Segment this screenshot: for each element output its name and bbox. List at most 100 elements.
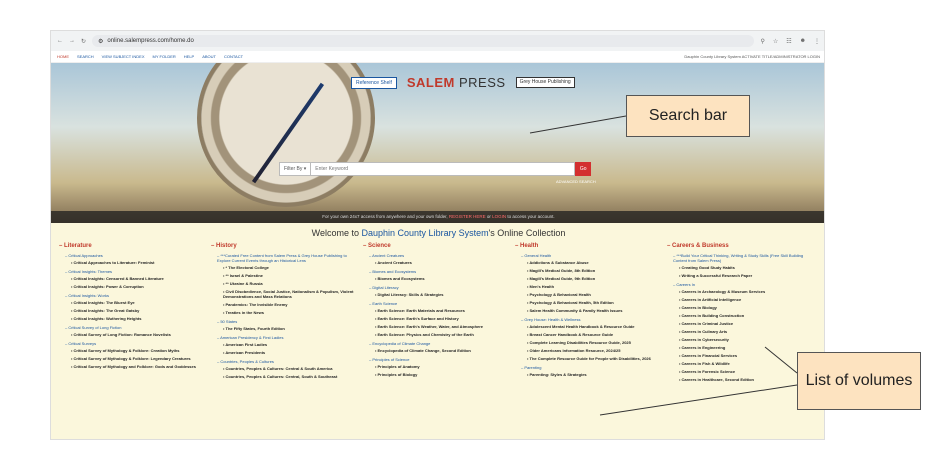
subcategory-link[interactable]: – Ancient Creatures	[369, 253, 509, 258]
volume-link[interactable]: • Earth Science: Earth Materials and Res…	[375, 308, 509, 313]
volume-link[interactable]: • Older Americans Information Resource, …	[527, 348, 661, 353]
volume-link[interactable]: • Writing a Successful Research Paper	[679, 273, 813, 278]
subcategory-link[interactable]: – General Health	[521, 253, 661, 258]
subject-heading[interactable]: – Careers & Business	[667, 243, 813, 249]
subcategory-link[interactable]: – Critical Approaches	[65, 253, 205, 258]
filter-dropdown[interactable]: Filter By ▾	[279, 162, 311, 176]
reload-icon[interactable]: ↻	[81, 38, 86, 45]
register-link[interactable]: REGISTER HERE	[449, 214, 486, 219]
volume-link[interactable]: • Principles of Anatomy	[375, 364, 509, 369]
volume-link[interactable]: • Careers in Cybersecurity	[679, 337, 813, 342]
volume-link[interactable]: • Earth Science: Earth's Surface and His…	[375, 316, 509, 321]
volume-link[interactable]: • Psychology & Behavioral Health, 5th Ed…	[527, 300, 661, 305]
volume-link[interactable]: • Careers in Healthcare, Second Edition	[679, 377, 813, 382]
volume-link[interactable]: • Digital Literacy: Skills & Strategies	[375, 292, 509, 297]
volume-link[interactable]: • Critical Insights: The Bluest Eye	[71, 300, 205, 305]
volume-link[interactable]: • Critical Insights: The Great Gatsby	[71, 308, 205, 313]
volume-link[interactable]: • Careers in Forensic Science	[679, 369, 813, 374]
volume-link[interactable]: • Creating Good Study Habits	[679, 265, 813, 270]
volume-link[interactable]: • ** Israel & Palestine	[223, 273, 357, 278]
volume-link[interactable]: • Critical Survey of Mythology and Folkl…	[71, 364, 205, 369]
search-go-button[interactable]: Go	[575, 162, 592, 176]
bookmark-star-icon[interactable]: ☆	[773, 38, 778, 45]
site-nav-link[interactable]: SEARCH	[77, 54, 94, 59]
subcategory-link[interactable]: – Countries, Peoples & Cultures	[217, 359, 357, 364]
subcategory-link[interactable]: – Critical Insights: Works	[65, 293, 205, 298]
site-nav-link[interactable]: VIEW SUBJECT INDEX	[102, 54, 145, 59]
subject-heading[interactable]: – Literature	[59, 243, 205, 249]
volume-link[interactable]: • Pandemics: The Invisible Enemy	[223, 302, 357, 307]
subcategory-link[interactable]: – Encyclopedia of Climate Change	[369, 341, 509, 346]
subject-heading[interactable]: – Science	[363, 243, 509, 249]
volume-link[interactable]: • Salem Health Community & Family Health…	[527, 308, 661, 313]
menu-kebab-icon[interactable]: ⋮	[814, 38, 820, 45]
volume-link[interactable]: • Critical Insights: Censored & Banned L…	[71, 276, 205, 281]
subcategory-link[interactable]: – Principles of Science	[369, 357, 509, 362]
volume-link[interactable]: • Addictions & Substance Abuse	[527, 260, 661, 265]
site-nav-link[interactable]: HOME	[57, 54, 69, 59]
volume-link[interactable]: • Parenting: Styles & Strategies	[527, 372, 661, 377]
subcategory-link[interactable]: – Critical Insights: Themes	[65, 269, 205, 274]
subcategory-link[interactable]: – Earth Science	[369, 301, 509, 306]
site-nav-link[interactable]: MY FOLDER	[153, 54, 176, 59]
subcategory-link[interactable]: – Parenting	[521, 365, 661, 370]
volume-link[interactable]: • Countries, Peoples & Cultures: Central…	[223, 366, 357, 371]
subcategory-link[interactable]: – Grey House: Health & Wellness	[521, 317, 661, 322]
site-nav-link[interactable]: HELP	[184, 54, 194, 59]
subject-heading[interactable]: – Health	[515, 243, 661, 249]
volume-link[interactable]: • American First Ladies	[223, 342, 357, 347]
volume-link[interactable]: • Critical Survey of Mythology & Folklor…	[71, 348, 205, 353]
volume-link[interactable]: • Adolescent Mental Health Handbook & Re…	[527, 324, 661, 329]
volume-link[interactable]: • Treaties in the News	[223, 310, 357, 315]
volume-link[interactable]: • Earth Science: Physics and Chemistry o…	[375, 332, 509, 337]
volume-link[interactable]: • Biomes and Ecosystems	[375, 276, 509, 281]
login-link[interactable]: LOGIN	[492, 214, 506, 219]
extensions-icon[interactable]: ☷	[786, 38, 791, 45]
volume-link[interactable]: • Careers in Biology	[679, 305, 813, 310]
volume-link[interactable]: • Principles of Biology	[375, 372, 509, 377]
subcategory-link[interactable]: – American Presidency & First Ladies	[217, 335, 357, 340]
volume-link[interactable]: • The Complete Resource Guide for People…	[527, 356, 661, 361]
volume-link[interactable]: • Critical Insights: Power & Corruption	[71, 284, 205, 289]
subcategory-link[interactable]: – Digital Literacy	[369, 285, 509, 290]
volume-link[interactable]: • * The Electoral College	[223, 265, 357, 270]
volume-link[interactable]: • Critical Approaches to Literature: Fem…	[71, 260, 205, 265]
site-info-icon[interactable]: ⚙	[98, 38, 103, 45]
volume-link[interactable]: • Earth Science: Earth's Weather, Water,…	[375, 324, 509, 329]
address-bar[interactable]: ⚙ online.salempress.com/home.do	[92, 35, 755, 47]
advanced-search-link[interactable]: ADVANCED SEARCH	[556, 179, 596, 184]
subcategory-link[interactable]: – 50 States	[217, 319, 357, 324]
volume-link[interactable]: • Careers in Fish & Wildlife	[679, 361, 813, 366]
volume-link[interactable]: • Magill's Medical Guide, 8th Edition	[527, 268, 661, 273]
volume-link[interactable]: • Men's Health	[527, 284, 661, 289]
subcategory-link[interactable]: – Critical Survey of Long Fiction	[65, 325, 205, 330]
site-nav-link[interactable]: ABOUT	[202, 54, 216, 59]
volume-link[interactable]: • Breast Cancer Handbook & Resource Guid…	[527, 332, 661, 337]
forward-icon[interactable]: →	[69, 38, 75, 45]
volume-link[interactable]: • Careers in Archaeology & Museum Servic…	[679, 289, 813, 294]
back-icon[interactable]: ←	[57, 38, 63, 45]
subject-heading[interactable]: – History	[211, 243, 357, 249]
subcategory-link[interactable]: – Critical Surveys	[65, 341, 205, 346]
volume-link[interactable]: • Careers in Culinary Arts	[679, 329, 813, 334]
volume-link[interactable]: • Careers in Engineering	[679, 345, 813, 350]
volume-link[interactable]: • Countries, Peoples & Cultures: Central…	[223, 374, 357, 379]
search-input[interactable]	[310, 162, 576, 176]
profile-icon[interactable]: ☻	[800, 38, 806, 45]
site-nav-account[interactable]: Dauphin County Library System ACTIVATE T…	[684, 54, 820, 59]
subcategory-link[interactable]: – ***Build Your Critical Thinking, Writi…	[673, 253, 813, 263]
volume-link[interactable]: • ** Ukraine & Russia	[223, 281, 357, 286]
volume-link[interactable]: • The Fifty States, Fourth Edition	[223, 326, 357, 331]
volume-link[interactable]: • Careers in Artificial Intelligence	[679, 297, 813, 302]
volume-link[interactable]: • Ancient Creatures	[375, 260, 509, 265]
subcategory-link[interactable]: – ***Curated Free Content from Salem Pre…	[217, 253, 357, 263]
volume-link[interactable]: • Civil Disobedience, Social Justice, Na…	[223, 289, 357, 299]
site-nav-link[interactable]: CONTACT	[224, 54, 243, 59]
volume-link[interactable]: • Complete Learning Disabilities Resourc…	[527, 340, 661, 345]
volume-link[interactable]: • American Presidents	[223, 350, 357, 355]
volume-link[interactable]: • Encyclopedia of Climate Change, Second…	[375, 348, 509, 353]
zoom-icon[interactable]: ⚲	[760, 38, 764, 45]
subcategory-link[interactable]: – Biomes and Ecosystems	[369, 269, 509, 274]
volume-link[interactable]: • Magill's Medical Guide, 9th Edition	[527, 276, 661, 281]
volume-link[interactable]: • Careers in Criminal Justice	[679, 321, 813, 326]
